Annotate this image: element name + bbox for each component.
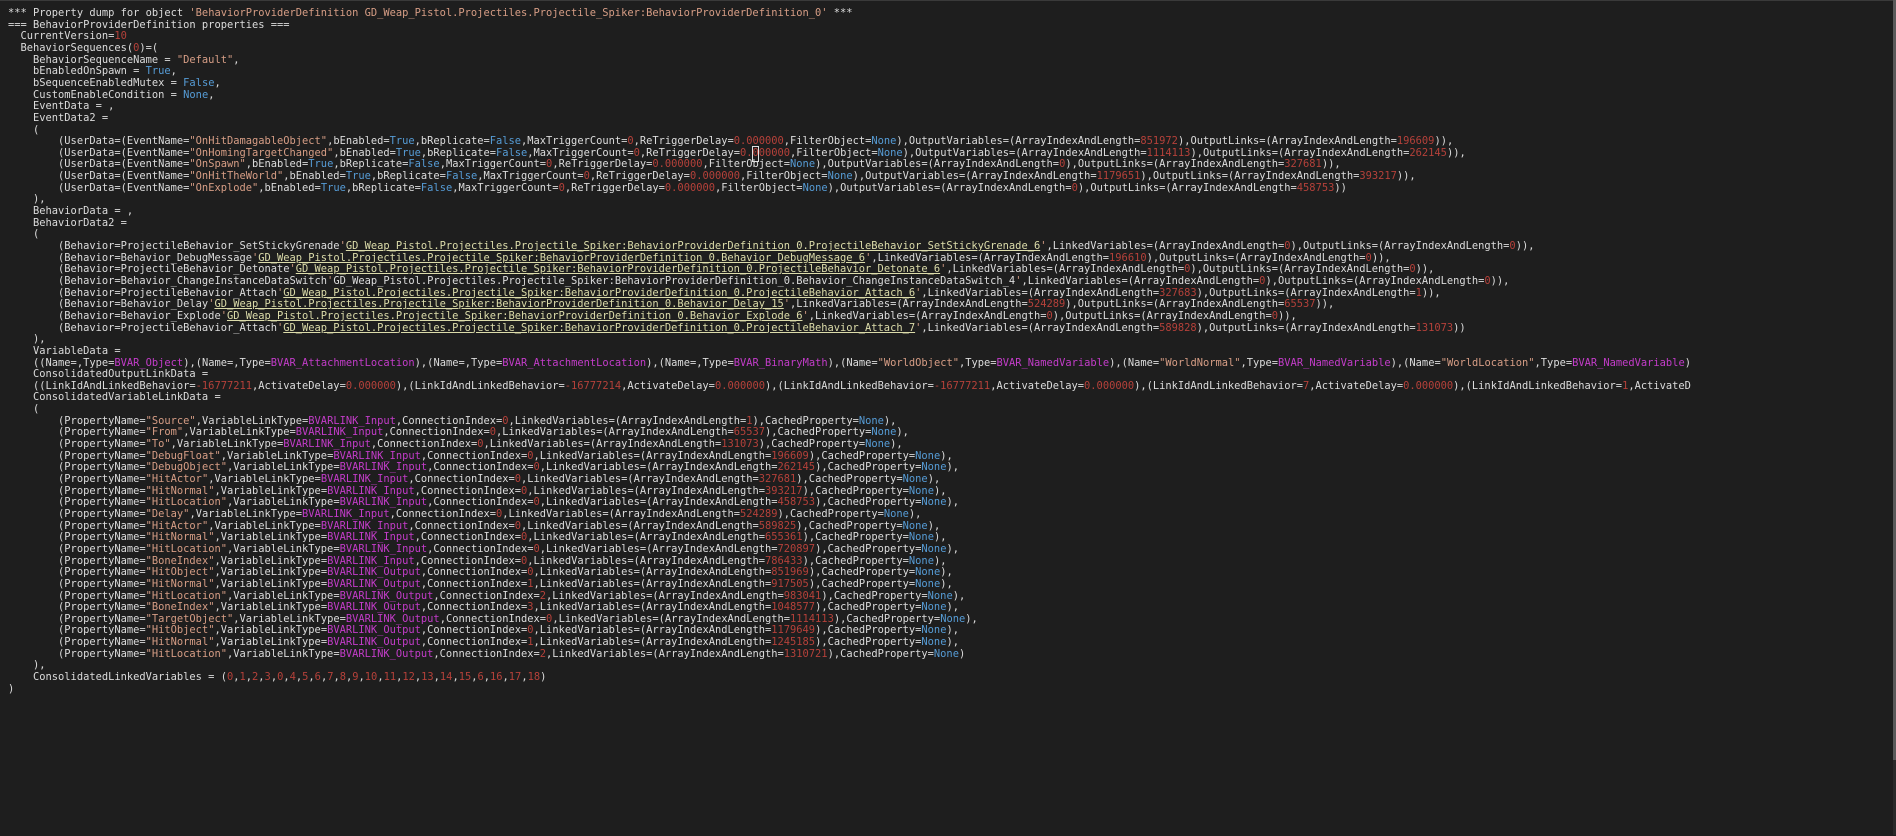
code-editor[interactable]: *** Property dump for object 'BehaviorPr…	[0, 0, 1893, 836]
code-text: )	[8, 682, 15, 695]
text-caret-icon	[752, 146, 759, 162]
code-line: )	[8, 682, 1893, 696]
